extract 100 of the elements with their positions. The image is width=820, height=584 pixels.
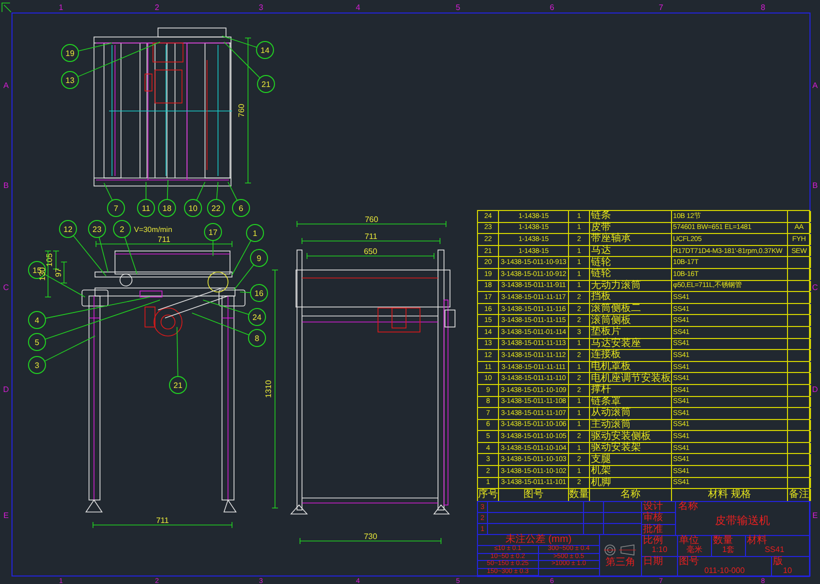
part-name-cell: 马达	[590, 246, 672, 256]
part-name-cell: 垫板片	[590, 326, 672, 338]
field-value: 1套	[722, 546, 735, 554]
zone-label: 4	[356, 3, 360, 12]
zone-label: D	[3, 385, 9, 394]
column-header: 图号	[499, 489, 569, 501]
item-balloon: 7	[107, 199, 125, 217]
item-balloon: 21	[257, 75, 275, 93]
part-name-cell: 机架	[590, 466, 672, 477]
item-balloon: 19	[61, 44, 79, 62]
field-value: 011-10-000	[704, 566, 745, 574]
zone-label: B	[812, 181, 818, 190]
item-balloon: 16	[250, 284, 268, 302]
part-name-cell: 链条	[590, 211, 672, 222]
part-name-cell: 挡板	[590, 292, 672, 303]
corner-mark-icon	[2, 2, 12, 12]
zone-label: A	[3, 81, 9, 90]
item-balloon: 21	[169, 376, 187, 394]
zone-label: 1	[58, 3, 64, 12]
zone-label: E	[3, 511, 9, 520]
dimension-value: 1310	[264, 380, 273, 398]
field-label: 数量	[713, 536, 733, 546]
zone-label: D	[812, 385, 818, 394]
part-name-cell: 支腿	[590, 454, 672, 466]
item-balloon: 22	[207, 199, 225, 217]
tolerance-title: 未注公差 (mm)	[478, 535, 599, 546]
part-name-cell: 撑杆	[590, 384, 672, 396]
field-value: 毫米	[686, 546, 702, 554]
item-balloon: 24	[248, 308, 266, 326]
part-name-cell: 从动滚筒	[590, 408, 672, 419]
part-name-cell: 滚筒侧板二	[590, 304, 672, 314]
zone-label: B	[3, 181, 9, 190]
leader-line	[176, 326, 178, 377]
item-balloon: 8	[248, 329, 266, 347]
column-header: 数量	[569, 489, 590, 501]
item-balloon: 18	[158, 199, 176, 217]
zone-label: 3	[258, 3, 264, 12]
column-header: 序号	[478, 489, 499, 501]
dimension-value: 760	[237, 104, 246, 118]
zone-label: C	[812, 283, 818, 292]
item-balloon: 14	[256, 41, 274, 59]
leader-line	[232, 240, 252, 276]
drawing-title: 皮带输送机	[715, 516, 770, 527]
dimension-value: 97	[54, 268, 63, 277]
column-header: 材料 规格	[672, 489, 788, 501]
sign-label: 审核	[642, 513, 675, 525]
part-name-cell: 链条罩	[590, 396, 672, 408]
item-balloon: 11	[137, 199, 155, 217]
zone-label: A	[812, 81, 818, 90]
part-name-cell: 驱动安装侧板	[590, 431, 672, 442]
dimension-value: 711	[158, 235, 170, 244]
item-balloon: 9	[250, 249, 268, 267]
part-name-cell: 皮带	[590, 222, 672, 234]
leader-line	[124, 236, 138, 274]
leader-line	[216, 182, 218, 200]
leader-line	[196, 182, 206, 201]
field-label: 版	[773, 556, 784, 566]
dimension-value: 730	[364, 532, 378, 541]
field-label: 材料	[747, 536, 768, 546]
field-value: 10	[783, 566, 792, 574]
part-name-cell: 带座轴承	[590, 234, 672, 245]
item-balloon: 2	[113, 220, 131, 238]
name-label: 名称	[678, 502, 699, 512]
zone-label: C	[3, 283, 9, 292]
field-label: 单位	[679, 536, 699, 546]
leader-line	[228, 182, 238, 201]
part-name-cell: 链轮	[590, 257, 672, 268]
projection-symbol-icon	[604, 544, 638, 556]
part-name-cell: 滚筒侧板	[590, 315, 672, 326]
zone-label: 2	[154, 3, 160, 12]
part-name-cell: 马达安装座	[590, 338, 672, 350]
item-balloon: 17	[204, 223, 222, 241]
dimension-value: 760	[364, 215, 378, 224]
field-label: 图号	[679, 556, 700, 566]
part-name-cell: 电机罩板	[590, 362, 672, 372]
leader-line	[104, 182, 113, 201]
field-value: SS41	[764, 546, 784, 554]
part-name-cell: 链轮	[590, 268, 672, 280]
dimension-value: 650	[364, 247, 378, 256]
item-balloon: 10	[184, 199, 202, 217]
column-header: 名称	[590, 489, 672, 501]
leader-line	[166, 180, 168, 200]
field-value: 1:10	[652, 546, 668, 554]
leader-line	[212, 240, 214, 256]
zone-label: 8	[760, 3, 766, 12]
zone-label: 6	[550, 3, 554, 12]
item-balloon: 23	[88, 220, 106, 238]
zone-label: 7	[658, 3, 664, 12]
sign-label: 批准	[642, 524, 664, 535]
zone-label: E	[812, 511, 818, 520]
part-name-cell: 机脚	[590, 478, 672, 488]
dimension-value: 105	[45, 253, 54, 267]
part-name-cell: 驱动安装架	[590, 442, 672, 454]
item-balloon: 3	[28, 356, 46, 374]
part-name-cell: 主动滚筒	[590, 420, 672, 430]
column-header: 备注	[788, 489, 811, 501]
part-name-cell: 连接板	[590, 350, 672, 361]
part-name-cell: 电机座调节安装板	[590, 373, 672, 384]
zone-label: 5	[456, 3, 460, 12]
part-name-cell: 无动力滚筒	[590, 280, 672, 292]
